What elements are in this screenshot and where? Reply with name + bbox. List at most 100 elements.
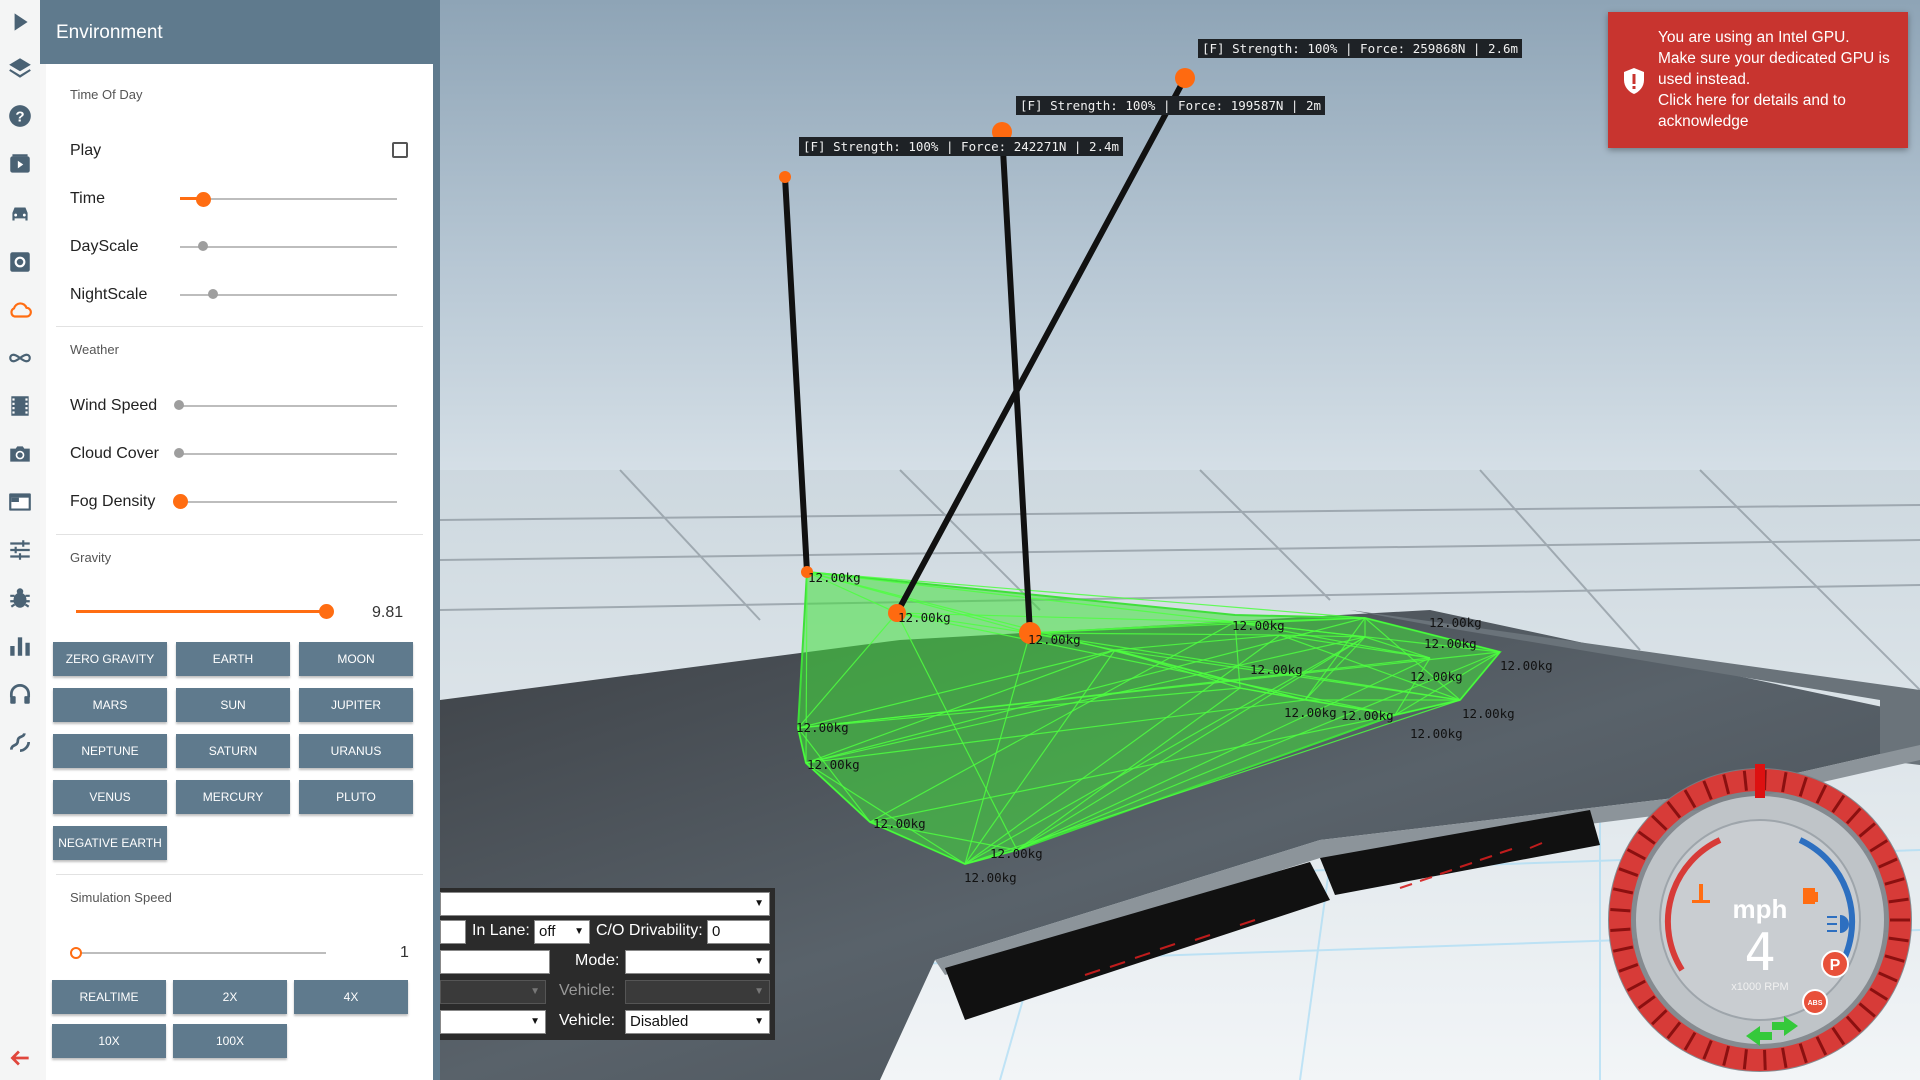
panel-scrollbar[interactable]	[433, 0, 440, 1080]
play-label: Play	[70, 142, 102, 159]
ai-vehicle-panel: ▼ In Lane: off ▼ C/O Drivability: 0 Mode:…	[440, 888, 775, 1040]
infinity-icon[interactable]	[6, 344, 34, 372]
help-icon[interactable]: ?	[6, 102, 34, 130]
gravity-uranus-button[interactable]: URANUS	[299, 734, 413, 768]
vehicle-dropdown-2[interactable]: Disabled ▼	[625, 1010, 770, 1034]
camera-icon[interactable]	[6, 440, 34, 468]
mode-dropdown[interactable]: ▼	[625, 950, 770, 974]
gpu-warning-toast[interactable]: You are using an Intel GPU. Make sure yo…	[1608, 12, 1908, 148]
cloud-cover-label: Cloud Cover	[70, 445, 159, 462]
sim-speed-slider-knob[interactable]	[70, 947, 82, 959]
gravity-slider[interactable]	[76, 610, 328, 613]
sim-speed-value: 1	[400, 944, 409, 961]
gravity-saturn-button[interactable]: SATURN	[176, 734, 290, 768]
anchor-node	[779, 171, 791, 183]
route-icon[interactable]	[6, 728, 34, 756]
window-icon[interactable]	[6, 488, 34, 516]
mode-label: Mode:	[575, 952, 620, 969]
gravity-mercury-button[interactable]: MERCURY	[176, 780, 290, 814]
vehicle-dropdown-1[interactable]: ▼	[625, 980, 770, 1004]
left-input[interactable]	[440, 920, 466, 944]
gpu-warning-line1: You are using an Intel GPU.	[1658, 29, 1850, 46]
wind-speed-slider[interactable]	[180, 405, 397, 407]
left-input-2[interactable]	[440, 950, 550, 974]
environment-panel: Environment Time Of Day Play Time DaySca…	[40, 0, 440, 1080]
speed-readout: 4	[1744, 923, 1775, 983]
top-dropdown[interactable]: ▼	[440, 892, 770, 916]
fog-density-slider[interactable]	[180, 501, 397, 503]
co-drivability-input[interactable]: 0	[707, 920, 770, 944]
cloud-cover-slider-knob[interactable]	[174, 448, 184, 458]
speed-4x-button[interactable]: 4X	[294, 980, 408, 1014]
dropdown-caret-icon: ▼	[754, 986, 764, 997]
gravity-pluto-button[interactable]: PLUTO	[299, 780, 413, 814]
speed-10x-button[interactable]: 10X	[52, 1024, 166, 1058]
rpm-label: x1000 RPM	[1731, 981, 1788, 993]
dayscale-label: DayScale	[70, 238, 139, 255]
force-label: [F] Strength: 100% | Force: 242271N | 2.…	[799, 137, 1124, 156]
gravity-neptune-button[interactable]: NEPTUNE	[53, 734, 167, 768]
node-mass-label: 12.00kg	[1462, 706, 1515, 721]
gravity-moon-button[interactable]: MOON	[299, 642, 413, 676]
bar-chart-icon[interactable]	[6, 632, 34, 660]
sliders-icon[interactable]	[6, 536, 34, 564]
section-simulation-speed: Simulation Speed	[70, 890, 172, 905]
play-icon[interactable]	[6, 8, 34, 36]
node-mass-label: 12.00kg	[990, 846, 1043, 861]
svg-text:?: ?	[15, 108, 24, 125]
divider	[56, 326, 423, 327]
section-weather: Weather	[70, 342, 119, 357]
cloud-cover-slider[interactable]	[180, 453, 397, 455]
speed-realtime-button[interactable]: REALTIME	[52, 980, 166, 1014]
gravity-venus-button[interactable]: VENUS	[53, 780, 167, 814]
time-label: Time	[70, 190, 105, 207]
dropdown-caret-icon: ▼	[754, 956, 764, 967]
fog-density-slider-knob[interactable]	[173, 494, 188, 509]
gravity-slider-knob[interactable]	[319, 604, 334, 619]
gravity-jupiter-button[interactable]: JUPITER	[299, 688, 413, 722]
bug-icon[interactable]	[6, 584, 34, 612]
back-arrow-icon[interactable]	[6, 1044, 34, 1072]
dayscale-slider[interactable]	[180, 246, 397, 248]
node-mass-label: 12.00kg	[1028, 632, 1081, 647]
gravity-zero-button[interactable]: ZERO GRAVITY	[53, 642, 167, 676]
node-mass-label: 12.00kg	[964, 870, 1017, 885]
play-checkbox[interactable]	[392, 142, 408, 158]
speed-100x-button[interactable]: 100X	[173, 1024, 287, 1058]
gpu-warning-line2: Make sure your dedicated GPU is used ins…	[1658, 50, 1890, 88]
time-slider-knob[interactable]	[196, 192, 211, 207]
gravity-earth-button[interactable]: EARTH	[176, 642, 290, 676]
disabled-dropdown[interactable]: ▼	[440, 980, 546, 1004]
dayscale-slider-knob[interactable]	[198, 241, 208, 251]
dropdown-caret-icon: ▼	[754, 898, 764, 909]
in-lane-dropdown[interactable]: off ▼	[534, 920, 590, 944]
nightscale-slider-knob[interactable]	[208, 289, 218, 299]
sim-speed-slider[interactable]	[76, 952, 326, 954]
shield-alert-icon	[1624, 68, 1644, 94]
wind-speed-label: Wind Speed	[70, 397, 158, 414]
gravity-negative-earth-button[interactable]: NEGATIVE EARTH	[53, 826, 167, 860]
dropdown-caret-icon: ▼	[530, 1016, 540, 1027]
time-slider[interactable]	[180, 198, 397, 200]
wind-speed-slider-knob[interactable]	[174, 400, 184, 410]
in-lane-label: In Lane:	[472, 922, 530, 939]
speed-2x-button[interactable]: 2X	[173, 980, 287, 1014]
panel-title: Environment	[40, 0, 440, 64]
replay-icon[interactable]	[6, 150, 34, 178]
vehicle-label-2: Vehicle:	[559, 1012, 616, 1029]
cloud-icon[interactable]	[6, 296, 34, 324]
left-dropdown-3[interactable]: ▼	[440, 1010, 546, 1034]
car-icon[interactable]	[6, 200, 34, 228]
gauge-tick	[1763, 1049, 1767, 1070]
dropdown-caret-icon: ▼	[530, 986, 540, 997]
settings-icon[interactable]	[6, 248, 34, 276]
film-icon[interactable]	[6, 392, 34, 420]
gravity-mars-button[interactable]: MARS	[53, 688, 167, 722]
gravity-sun-button[interactable]: SUN	[176, 688, 290, 722]
node-mass-label: 12.00kg	[807, 757, 860, 772]
layers-icon[interactable]	[6, 54, 34, 82]
vehicle-label-1: Vehicle:	[559, 982, 616, 999]
headphones-icon[interactable]	[6, 680, 34, 708]
fog-density-label: Fog Density	[70, 493, 156, 510]
force-label: [F] Strength: 100% | Force: 259868N | 2.…	[1198, 39, 1523, 58]
